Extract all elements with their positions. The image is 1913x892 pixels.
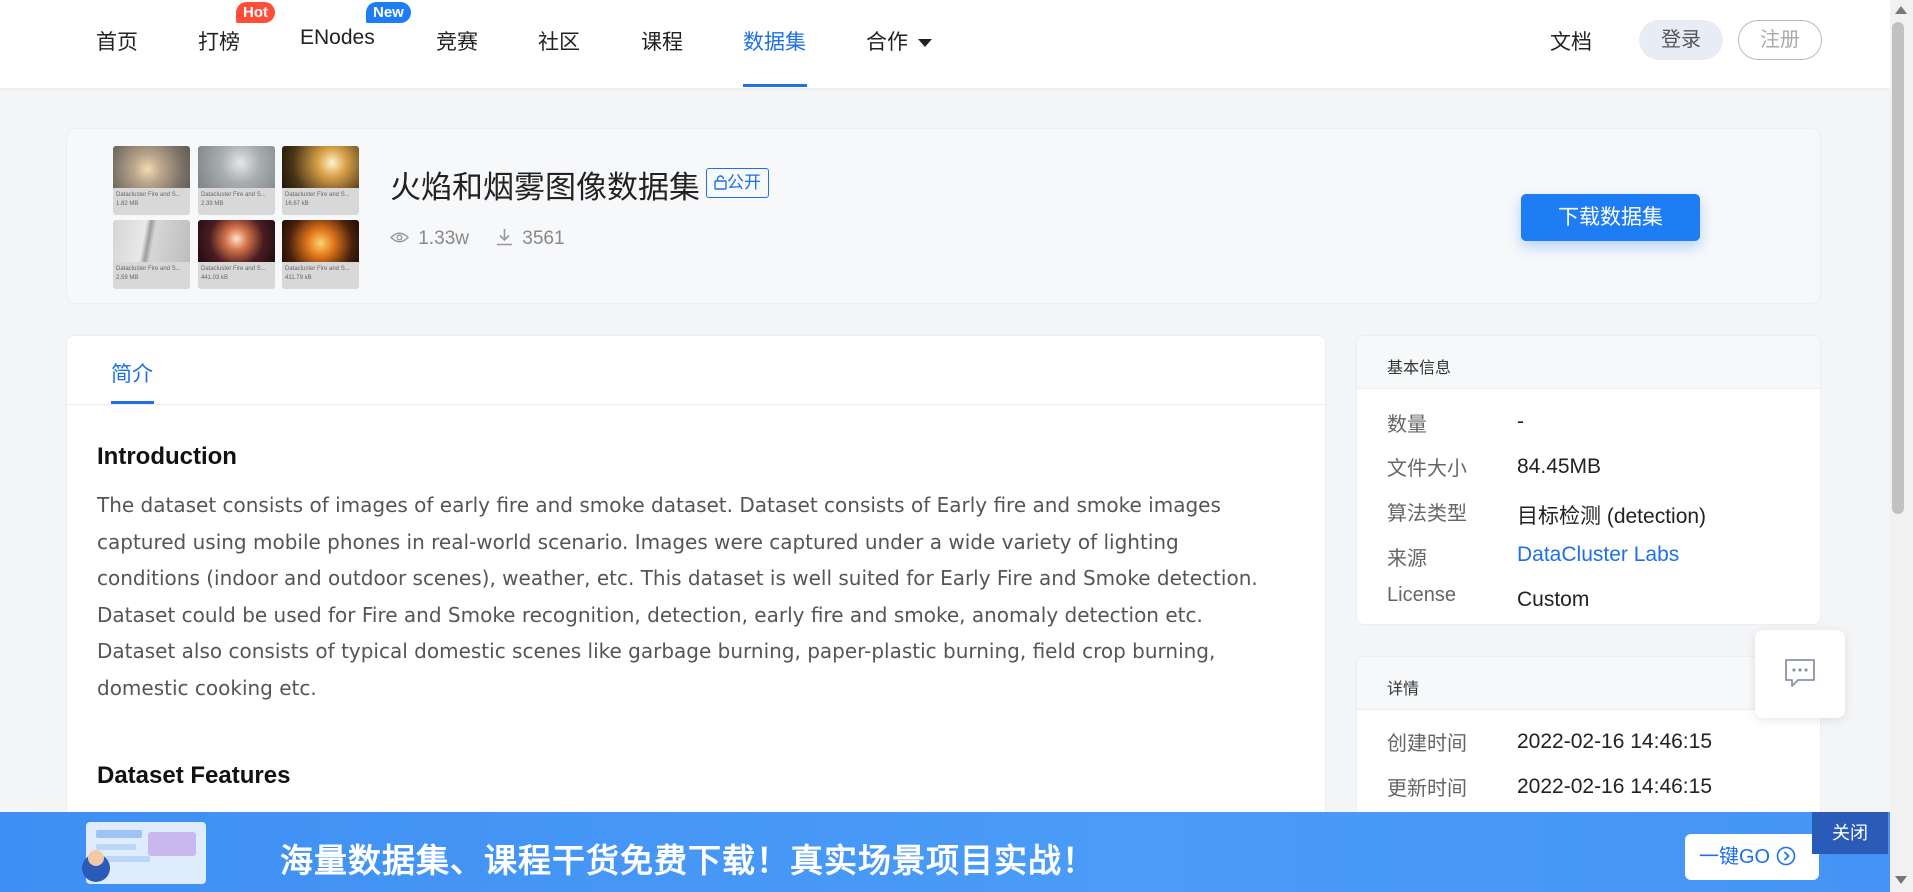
chat-bubble-icon: [1785, 659, 1815, 687]
lock-icon: [714, 175, 727, 190]
nav-community[interactable]: 社区: [538, 26, 580, 56]
go-button[interactable]: 一键GO: [1685, 834, 1819, 880]
nav-courses[interactable]: 课程: [641, 26, 683, 56]
nav-leaderboard[interactable]: 打榜 Hot: [198, 2, 275, 56]
nav-home[interactable]: 首页: [96, 26, 138, 56]
info-key-algorithm: 算法类型: [1387, 503, 1467, 525]
scrollbar-thumb[interactable]: [1892, 22, 1904, 514]
thumbnail-size: 2.59 MB: [116, 275, 139, 281]
info-key-count: 数量: [1387, 414, 1427, 436]
thumbnail-image: [198, 146, 275, 188]
hot-badge: Hot: [236, 2, 275, 23]
thumbnail-caption: Datacluster Fire and S...: [285, 192, 350, 198]
dataset-thumbnail[interactable]: Datacluster Fire and S... 411.79 kB: [282, 220, 359, 289]
dataset-title: 火焰和烟雾图像数据集: [390, 170, 700, 205]
thumbnail-caption: Datacluster Fire and S...: [201, 266, 266, 272]
promo-banner[interactable]: 海量数据集、课程干货免费下载！真实场景项目实战！: [0, 812, 1890, 892]
eye-icon: [390, 232, 409, 243]
detail-key-updated: 更新时间: [1387, 778, 1467, 800]
nav-datasets[interactable]: 数据集: [743, 26, 806, 56]
new-badge: New: [366, 2, 411, 23]
thumbnail-size: 16.67 kB: [285, 201, 309, 207]
active-nav-indicator: [743, 84, 807, 87]
thumbnail-size: 2.39 MB: [201, 201, 224, 207]
download-dataset-button[interactable]: 下载数据集: [1521, 194, 1700, 241]
features-heading: Dataset Features: [97, 762, 291, 789]
login-button[interactable]: 登录: [1639, 20, 1723, 60]
info-value-filesize: 84.45MB: [1517, 455, 1602, 478]
intro-line: domestic cooking etc.: [97, 675, 317, 700]
intro-heading: Introduction: [97, 443, 237, 470]
thumbnail-image: [282, 146, 359, 188]
detail-value-created: 2022-02-16 14:46:15: [1517, 730, 1712, 753]
tab-intro[interactable]: 简介: [111, 358, 153, 388]
promo-banner-text: 海量数据集、课程干货免费下载！真实场景项目实战！: [280, 842, 1096, 879]
nav-leaderboard-label: 打榜: [198, 31, 240, 54]
nav-enodes[interactable]: ENodes New: [300, 2, 411, 50]
info-value-algorithm: 目标检测 (detection): [1517, 505, 1707, 528]
download-icon: [497, 229, 512, 246]
nav-cooperation[interactable]: 合作: [866, 26, 932, 56]
detail-key-created: 创建时间: [1387, 733, 1467, 755]
top-navbar: 首页 打榜 Hot ENodes New 竞赛 社区 课程 数据集 合作 文档 …: [0, 0, 1890, 88]
arrow-circle-right-icon: [1776, 846, 1795, 866]
scroll-down-arrow-icon[interactable]: [1895, 876, 1907, 884]
details-title: 详情: [1357, 657, 1820, 710]
intro-line: conditions (indoor and outdoor scenes), …: [97, 566, 1258, 591]
info-key-source: 来源: [1387, 548, 1427, 570]
dataset-thumbnail[interactable]: Datacluster Fire and S... 441.03 kB: [198, 220, 275, 289]
nav-competition[interactable]: 竞赛: [436, 26, 478, 56]
thumbnail-size: 1.82 MB: [116, 201, 139, 207]
dataset-thumbnail[interactable]: Datacluster Fire and S... 2.39 MB: [198, 146, 275, 215]
banner-illustration: [82, 822, 206, 884]
scroll-up-arrow-icon[interactable]: [1895, 6, 1907, 14]
tab-divider: [67, 404, 1325, 405]
view-count-value: 1.33w: [418, 228, 469, 249]
thumbnail-caption: Datacluster Fire and S...: [285, 266, 350, 272]
download-count: 3561: [496, 228, 565, 250]
visibility-label: 公开: [727, 173, 761, 192]
info-key-filesize: 文件大小: [1387, 458, 1467, 480]
dataset-thumbnail[interactable]: Datacluster Fire and S... 16.67 kB: [282, 146, 359, 215]
info-key-license: License: [1387, 584, 1456, 606]
intro-line: Dataset also consists of typical domesti…: [97, 639, 1216, 664]
info-value-count: -: [1517, 410, 1524, 433]
thumbnail-image: [282, 220, 359, 262]
thumbnail-image: [113, 220, 190, 262]
caret-down-icon: [918, 39, 932, 48]
nav-cooperation-label: 合作: [866, 31, 908, 54]
nav-docs[interactable]: 文档: [1550, 26, 1592, 56]
detail-value-updated: 2022-02-16 14:46:15: [1517, 775, 1712, 798]
dataset-thumbnail[interactable]: Datacluster Fire and S... 2.59 MB: [113, 220, 190, 289]
intro-line: captured using mobile phones in real-wor…: [97, 529, 1179, 554]
thumbnail-image: [113, 146, 190, 188]
nav-enodes-label: ENodes: [300, 26, 375, 49]
thumbnail-caption: Datacluster Fire and S...: [116, 192, 181, 198]
dataset-thumbnail[interactable]: Datacluster Fire and S... 1.82 MB: [113, 146, 190, 215]
thumbnail-size: 441.03 kB: [201, 275, 229, 281]
go-button-label: 一键GO: [1699, 846, 1771, 868]
thumbnail-caption: Datacluster Fire and S...: [116, 266, 181, 272]
download-count-value: 3561: [522, 228, 565, 249]
intro-line: The dataset consists of images of early …: [97, 493, 1221, 517]
info-value-license: Custom: [1517, 588, 1590, 611]
banner-close-button[interactable]: 关闭: [1812, 812, 1888, 854]
basic-info-title: 基本信息: [1357, 336, 1820, 389]
chat-float-button[interactable]: [1755, 630, 1845, 718]
thumbnail-caption: Datacluster Fire and S...: [201, 192, 266, 198]
view-count: 1.33w: [390, 228, 469, 250]
thumbnail-size: 411.79 kB: [285, 275, 312, 281]
visibility-badge: 公开: [706, 168, 769, 198]
intro-paragraph: The dataset consists of images of early …: [97, 487, 1297, 707]
register-button[interactable]: 注册: [1738, 20, 1822, 60]
intro-line: Dataset could be used for Fire and Smoke…: [97, 602, 1203, 627]
source-link[interactable]: DataCluster Labs: [1517, 543, 1679, 567]
thumbnail-image: [198, 220, 275, 262]
